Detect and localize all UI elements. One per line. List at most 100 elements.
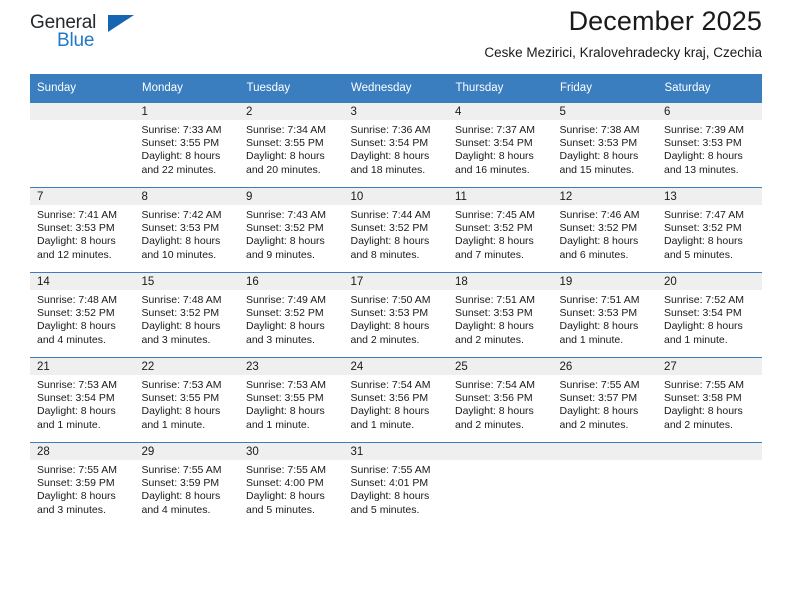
sunrise-text: Sunrise: 7:45 AM xyxy=(455,209,535,221)
day-number: 25 xyxy=(448,358,553,375)
daylight-text-line2: and 2 minutes. xyxy=(455,418,524,431)
day-cell-inner: 4 Sunrise: 7:37 AM Sunset: 3:54 PM Daylight… xyxy=(448,103,553,187)
day-details xyxy=(553,460,658,464)
sunset-text: Sunset: 3:55 PM xyxy=(246,392,324,405)
calendar-day-cell[interactable]: 28 Sunrise: 7:55 AM Sunset: 3:59 PM Dayligh… xyxy=(30,442,135,527)
calendar-empty-cell xyxy=(448,442,553,527)
sunrise-text: Sunrise: 7:54 AM xyxy=(455,379,535,391)
day-number: 27 xyxy=(657,358,762,375)
calendar-day-cell[interactable]: 19 Sunrise: 7:51 AM Sunset: 3:53 PM Dayligh… xyxy=(552,272,657,358)
day-cell-inner: 11 Sunrise: 7:45 AM Sunset: 3:52 PM Dayligh… xyxy=(448,188,553,272)
sunrise-text: Sunrise: 7:55 AM xyxy=(141,464,222,476)
day-number: 14 xyxy=(30,273,135,290)
calendar-day-cell[interactable]: 4 Sunrise: 7:37 AM Sunset: 3:54 PM Daylight… xyxy=(448,102,553,188)
day-cell-inner: 7 Sunrise: 7:41 AM Sunset: 3:53 PM Daylight… xyxy=(30,188,135,272)
calendar-day-cell[interactable]: 3 Sunrise: 7:36 AM Sunset: 3:54 PM Daylight… xyxy=(343,102,448,188)
daylight-text-line2: and 3 minutes. xyxy=(141,333,211,346)
sunrise-text: Sunrise: 7:48 AM xyxy=(141,294,222,306)
calendar-day-cell[interactable]: 8 Sunrise: 7:42 AM Sunset: 3:53 PM Daylight… xyxy=(134,187,240,273)
daylight-text-line2: and 1 minute. xyxy=(141,418,206,431)
daylight-text-line1: Daylight: 8 hours xyxy=(559,405,639,418)
sunset-text: Sunset: 3:52 PM xyxy=(141,307,220,320)
calendar-day-cell[interactable]: 26 Sunrise: 7:55 AM Sunset: 3:57 PM Dayligh… xyxy=(552,357,657,443)
page-subtitle: Ceske Mezirici, Kralovehradecky kraj, Cz… xyxy=(484,45,762,60)
day-number: 21 xyxy=(30,358,135,375)
sunrise-text: Sunrise: 7:43 AM xyxy=(246,209,326,221)
daylight-text-line2: and 12 minutes. xyxy=(37,248,112,261)
calendar-day-cell[interactable]: 29 Sunrise: 7:55 AM Sunset: 3:59 PM Dayligh… xyxy=(134,442,239,527)
day-cell-inner: 21 Sunrise: 7:53 AM Sunset: 3:54 PM Dayligh… xyxy=(30,358,135,442)
daylight-text-line1: Daylight: 8 hours xyxy=(350,490,430,503)
day-cell-inner: 31 Sunrise: 7:55 AM Sunset: 4:01 PM Dayligh… xyxy=(343,443,449,527)
daylight-text-line1: Daylight: 8 hours xyxy=(455,320,534,333)
daylight-text-line1: Daylight: 8 hours xyxy=(246,320,325,333)
daylight-text-line1: Daylight: 8 hours xyxy=(141,490,221,503)
daylight-text-line1: Daylight: 8 hours xyxy=(37,405,116,418)
daylight-text-line2: and 3 minutes. xyxy=(246,333,315,346)
day-number: 23 xyxy=(239,358,344,375)
calendar-day-cell[interactable]: 7 Sunrise: 7:41 AM Sunset: 3:53 PM Daylight… xyxy=(30,187,135,273)
calendar-day-cell[interactable]: 13 Sunrise: 7:47 AM Sunset: 3:52 PM Dayligh… xyxy=(657,187,762,273)
calendar-day-cell[interactable]: 5 Sunrise: 7:38 AM Sunset: 3:53 PM Daylight… xyxy=(552,102,657,188)
calendar-day-cell[interactable]: 12 Sunrise: 7:46 AM Sunset: 3:52 PM Dayligh… xyxy=(552,187,658,273)
daylight-text-line2: and 20 minutes. xyxy=(246,163,321,176)
calendar-day-cell[interactable]: 10 Sunrise: 7:44 AM Sunset: 3:52 PM Dayligh… xyxy=(343,187,448,273)
calendar-day-cell[interactable]: 14 Sunrise: 7:48 AM Sunset: 3:52 PM Dayligh… xyxy=(30,272,135,358)
daylight-text-line1: Daylight: 8 hours xyxy=(141,405,221,418)
calendar-week-row: 21 Sunrise: 7:53 AM Sunset: 3:54 PM Dayligh… xyxy=(30,357,762,443)
calendar-day-cell[interactable]: 6 Sunrise: 7:39 AM Sunset: 3:53 PM Daylight… xyxy=(657,102,762,188)
calendar-day-cell[interactable]: 30 Sunrise: 7:55 AM Sunset: 4:00 PM Dayligh… xyxy=(239,442,344,527)
sunset-text: Sunset: 3:52 PM xyxy=(246,222,324,235)
day-details: Sunrise: 7:42 AM Sunset: 3:53 PM Daylight:… xyxy=(135,205,240,262)
day-details: Sunrise: 7:34 AM Sunset: 3:55 PM Daylight:… xyxy=(239,120,344,177)
day-number: 19 xyxy=(552,273,657,290)
calendar-day-cell[interactable]: 9 Sunrise: 7:43 AM Sunset: 3:52 PM Daylight… xyxy=(239,187,344,273)
sunrise-text: Sunrise: 7:55 AM xyxy=(350,464,431,476)
sunset-text: Sunset: 3:54 PM xyxy=(455,137,533,150)
calendar-day-cell[interactable]: 1 Sunrise: 7:33 AM Sunset: 3:55 PM Daylight… xyxy=(134,102,240,188)
calendar-day-cell[interactable]: 27 Sunrise: 7:55 AM Sunset: 3:58 PM Dayligh… xyxy=(657,357,762,443)
day-number: 20 xyxy=(657,273,762,290)
calendar-day-cell[interactable]: 11 Sunrise: 7:45 AM Sunset: 3:52 PM Dayligh… xyxy=(448,187,553,273)
general-blue-logo[interactable]: General Blue xyxy=(30,12,145,58)
daylight-text-line2: and 5 minutes. xyxy=(246,503,315,516)
daylight-text-line1: Daylight: 8 hours xyxy=(559,235,639,248)
sunrise-text: Sunrise: 7:36 AM xyxy=(350,124,431,136)
daylight-text-line2: and 1 minute. xyxy=(37,418,101,431)
calendar-day-cell[interactable]: 17 Sunrise: 7:50 AM Sunset: 3:53 PM Dayligh… xyxy=(343,272,448,358)
calendar-day-cell[interactable]: 24 Sunrise: 7:54 AM Sunset: 3:56 PM Dayligh… xyxy=(343,357,448,443)
daylight-text-line2: and 4 minutes. xyxy=(141,503,211,516)
sunset-text: Sunset: 3:54 PM xyxy=(350,137,429,150)
calendar-day-cell[interactable]: 15 Sunrise: 7:48 AM Sunset: 3:52 PM Dayligh… xyxy=(134,272,239,358)
day-details: Sunrise: 7:48 AM Sunset: 3:52 PM Daylight:… xyxy=(30,290,135,347)
daylight-text-line1: Daylight: 8 hours xyxy=(664,235,743,248)
calendar-day-cell[interactable]: 21 Sunrise: 7:53 AM Sunset: 3:54 PM Dayligh… xyxy=(30,357,135,443)
sunset-text: Sunset: 3:55 PM xyxy=(246,137,324,150)
calendar-day-cell[interactable]: 20 Sunrise: 7:52 AM Sunset: 3:54 PM Dayligh… xyxy=(657,272,762,358)
calendar-day-cell[interactable]: 22 Sunrise: 7:53 AM Sunset: 3:55 PM Dayligh… xyxy=(134,357,239,443)
day-details: Sunrise: 7:55 AM Sunset: 4:01 PM Daylight:… xyxy=(344,460,449,517)
day-details: Sunrise: 7:47 AM Sunset: 3:52 PM Daylight:… xyxy=(657,205,762,262)
calendar-day-cell[interactable]: 16 Sunrise: 7:49 AM Sunset: 3:52 PM Dayligh… xyxy=(239,272,344,358)
sunset-text: Sunset: 3:52 PM xyxy=(559,222,638,235)
day-details: Sunrise: 7:39 AM Sunset: 3:53 PM Daylight:… xyxy=(657,120,762,177)
day-details: Sunrise: 7:33 AM Sunset: 3:55 PM Daylight:… xyxy=(135,120,240,177)
day-details: Sunrise: 7:55 AM Sunset: 4:00 PM Daylight:… xyxy=(239,460,344,517)
day-details: Sunrise: 7:46 AM Sunset: 3:52 PM Daylight:… xyxy=(553,205,658,262)
calendar-week-row: 28 Sunrise: 7:55 AM Sunset: 3:59 PM Dayligh… xyxy=(30,442,762,527)
sunset-text: Sunset: 4:00 PM xyxy=(246,477,324,490)
day-number: 17 xyxy=(343,273,448,290)
day-cell-inner: 9 Sunrise: 7:43 AM Sunset: 3:52 PM Daylight… xyxy=(239,188,344,272)
calendar-day-cell[interactable]: 23 Sunrise: 7:53 AM Sunset: 3:55 PM Dayligh… xyxy=(239,357,344,443)
day-cell-inner: 12 Sunrise: 7:46 AM Sunset: 3:52 PM Dayligh… xyxy=(552,188,658,272)
daylight-text-line1: Daylight: 8 hours xyxy=(455,405,534,418)
calendar-day-cell[interactable]: 31 Sunrise: 7:55 AM Sunset: 4:01 PM Dayligh… xyxy=(343,442,449,527)
calendar-day-cell[interactable]: 18 Sunrise: 7:51 AM Sunset: 3:53 PM Dayligh… xyxy=(448,272,553,358)
sunrise-text: Sunrise: 7:37 AM xyxy=(455,124,535,136)
sunrise-text: Sunrise: 7:55 AM xyxy=(37,464,117,476)
calendar-day-cell[interactable]: 2 Sunrise: 7:34 AM Sunset: 3:55 PM Daylight… xyxy=(239,102,344,188)
sunset-text: Sunset: 3:56 PM xyxy=(455,392,533,405)
title-block: December 2025 Ceske Mezirici, Kralovehra… xyxy=(484,0,762,62)
calendar-day-cell[interactable]: 25 Sunrise: 7:54 AM Sunset: 3:56 PM Dayligh… xyxy=(448,357,553,443)
day-cell-inner xyxy=(448,443,553,527)
